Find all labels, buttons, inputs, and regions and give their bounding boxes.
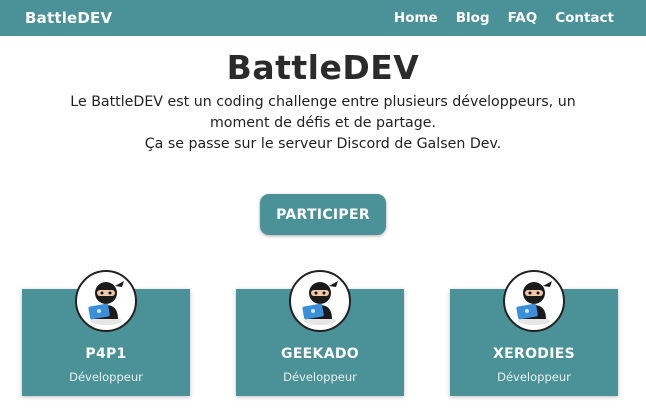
- nav-faq[interactable]: FAQ: [508, 10, 538, 26]
- nav-blog[interactable]: Blog: [456, 10, 490, 26]
- participant-name: P4P1: [85, 346, 127, 362]
- top-nav-bar: BattleDEV Home Blog FAQ Contact: [0, 0, 646, 36]
- brand-logo[interactable]: BattleDEV: [25, 9, 112, 27]
- hero-description: Le BattleDEV est un coding challenge ent…: [70, 92, 576, 155]
- hero-description-line-2: moment de défis et de partage.: [209, 115, 436, 131]
- nav-home[interactable]: Home: [394, 10, 438, 26]
- participant-role: Développeur: [283, 370, 357, 384]
- nav-contact[interactable]: Contact: [555, 10, 614, 26]
- main-nav: Home Blog FAQ Contact: [394, 10, 614, 26]
- avatar: [75, 270, 137, 332]
- participate-button[interactable]: PARTICIPER: [260, 194, 386, 235]
- ninja-laptop-icon: [302, 281, 338, 325]
- avatar: [289, 270, 351, 332]
- avatar: [503, 270, 565, 332]
- ninja-laptop-icon: [516, 281, 552, 325]
- participant-name: XERODIES: [493, 346, 575, 362]
- participant-name: GEEKADO: [281, 346, 359, 362]
- hero-description-line-1: Le BattleDEV est un coding challenge ent…: [70, 94, 576, 110]
- participant-role: Développeur: [69, 370, 143, 384]
- hero-description-line-3: Ça se passe sur le serveur Discord de Ga…: [144, 136, 502, 152]
- ninja-laptop-icon: [88, 281, 124, 325]
- hero-title: BattleDEV: [226, 48, 420, 87]
- participant-role: Développeur: [497, 370, 571, 384]
